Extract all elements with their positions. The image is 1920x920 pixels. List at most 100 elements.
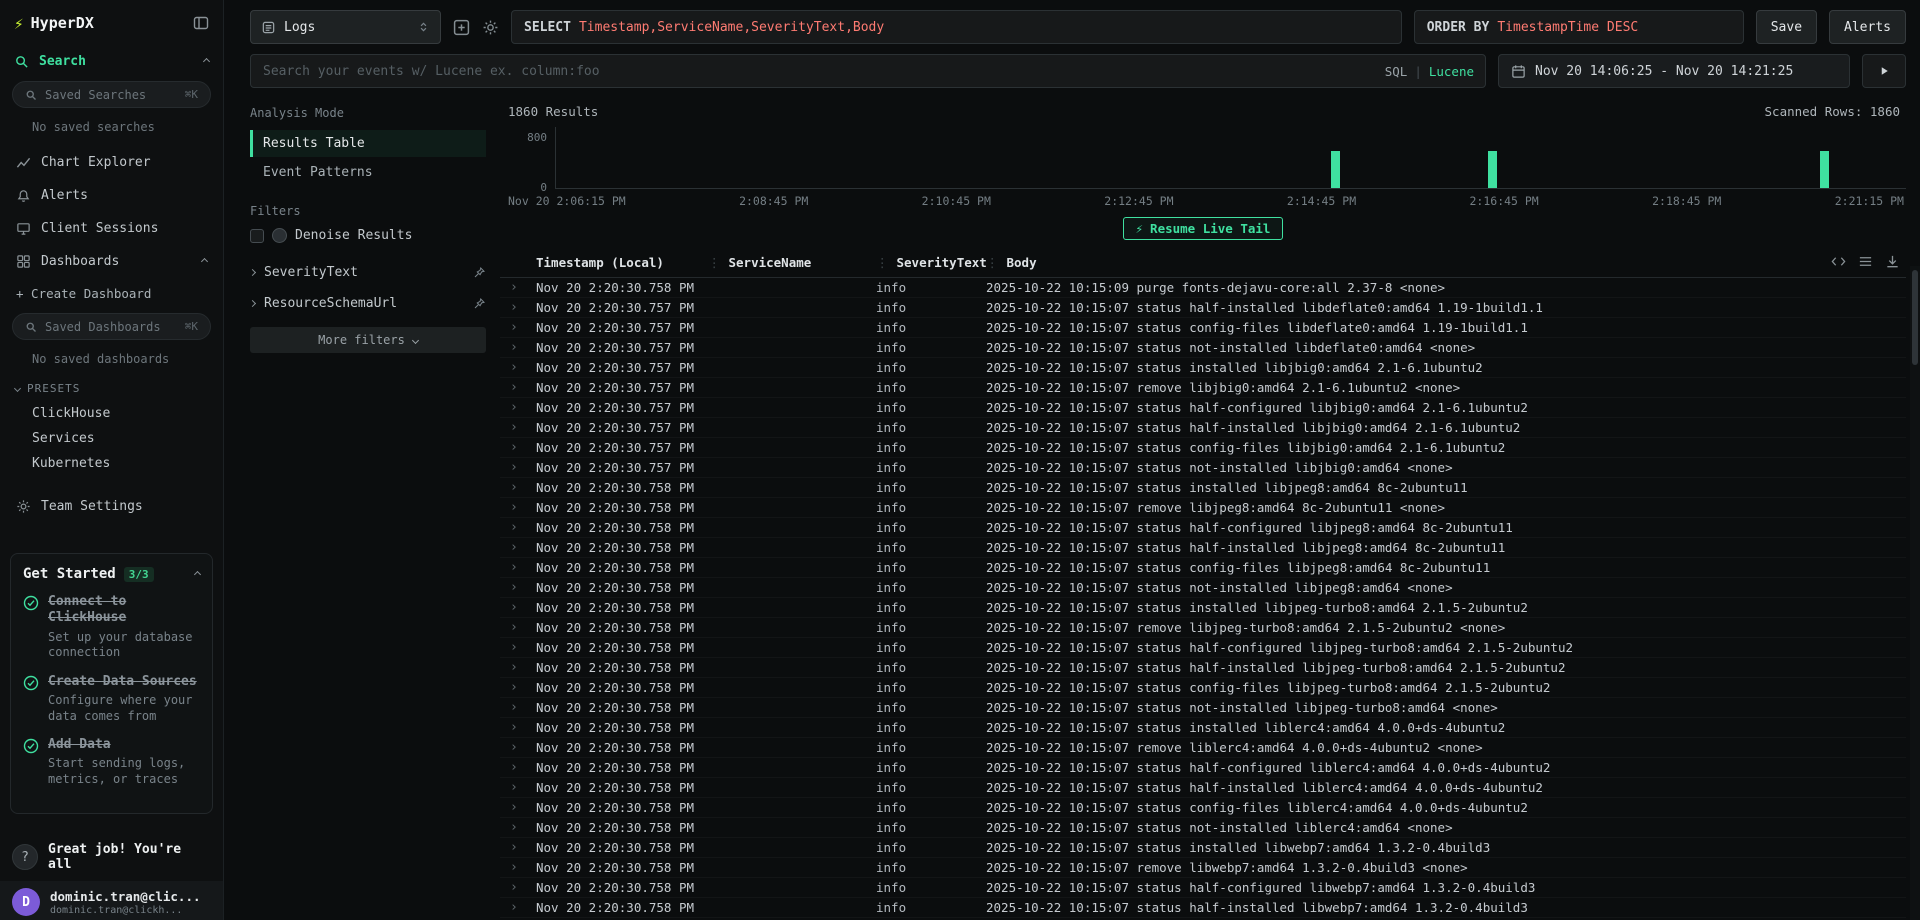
table-row[interactable]: ›Nov 20 2:20:30.758 PMinfo2025-10-22 10:… [500,638,1906,658]
table-row[interactable]: ›Nov 20 2:20:30.758 PMinfo2025-10-22 10:… [500,758,1906,778]
table-row[interactable]: ›Nov 20 2:20:30.757 PMinfo2025-10-22 10:… [500,398,1906,418]
table-row[interactable]: ›Nov 20 2:20:30.758 PMinfo2025-10-22 10:… [500,678,1906,698]
row-expand-chevron[interactable]: › [510,880,536,895]
table-row[interactable]: ›Nov 20 2:20:30.758 PMinfo2025-10-22 10:… [500,718,1906,738]
saved-searches-input[interactable]: Saved Searches ⌘K [12,81,211,108]
table-row[interactable]: ›Nov 20 2:20:30.758 PMinfo2025-10-22 10:… [500,498,1906,518]
row-expand-chevron[interactable]: › [510,720,536,735]
table-row[interactable]: ›Nov 20 2:20:30.758 PMinfo2025-10-22 10:… [500,278,1906,298]
sidebar-collapse-icon[interactable] [193,15,209,31]
sql-toggle[interactable]: SQL [1385,64,1408,79]
table-row[interactable]: ›Nov 20 2:20:30.758 PMinfo2025-10-22 10:… [500,618,1906,638]
row-expand-chevron[interactable]: › [510,760,536,775]
table-row[interactable]: ›Nov 20 2:20:30.758 PMinfo2025-10-22 10:… [500,658,1906,678]
row-expand-chevron[interactable]: › [510,640,536,655]
sidebar-item-search[interactable]: Search [0,46,223,77]
table-row[interactable]: ›Nov 20 2:20:30.758 PMinfo2025-10-22 10:… [500,518,1906,538]
get-started-step[interactable]: Create Data SourcesConfigure where your … [23,674,200,724]
source-select[interactable]: Logs [250,10,441,44]
denoise-results-toggle[interactable]: Denoise Results [250,228,486,243]
column-header-timestamp[interactable]: Timestamp (Local) [536,255,708,270]
table-row[interactable]: ›Nov 20 2:20:30.757 PMinfo2025-10-22 10:… [500,458,1906,478]
select-columns-input[interactable]: SELECT Timestamp,ServiceName,SeverityTex… [511,10,1402,44]
date-range-picker[interactable]: Nov 20 14:06:25 - Nov 20 14:21:25 [1498,54,1850,88]
sidebar-item-client-sessions[interactable]: Client Sessions [0,212,223,245]
table-row[interactable]: ›Nov 20 2:20:30.757 PMinfo2025-10-22 10:… [500,438,1906,458]
row-expand-chevron[interactable]: › [510,680,536,695]
row-expand-chevron[interactable]: › [510,380,536,395]
row-expand-chevron[interactable]: › [510,560,536,575]
column-header-severitytext[interactable]: ⋮SeverityText [876,255,986,270]
download-icon[interactable] [1885,254,1900,269]
run-query-button[interactable] [1862,54,1906,88]
table-row[interactable]: ›Nov 20 2:20:30.758 PMinfo2025-10-22 10:… [500,778,1906,798]
row-expand-chevron[interactable]: › [510,600,536,615]
row-expand-chevron[interactable]: › [510,320,536,335]
table-row[interactable]: ›Nov 20 2:20:30.757 PMinfo2025-10-22 10:… [500,418,1906,438]
row-expand-chevron[interactable]: › [510,900,536,915]
more-filters-button[interactable]: More filters [250,327,486,353]
alerts-button[interactable]: Alerts [1829,10,1906,44]
row-expand-chevron[interactable]: › [510,420,536,435]
sidebar-item-dashboards[interactable]: Dashboards [0,245,223,278]
row-expand-chevron[interactable]: › [510,740,536,755]
create-dashboard-button[interactable]: + Create Dashboard [0,278,223,309]
table-row[interactable]: ›Nov 20 2:20:30.758 PMinfo2025-10-22 10:… [500,818,1906,838]
table-row[interactable]: ›Nov 20 2:20:30.758 PMinfo2025-10-22 10:… [500,698,1906,718]
get-started-header[interactable]: Get Started 3/3 [23,566,200,582]
help-button[interactable]: ? [12,844,38,870]
filter-group-severitytext[interactable]: SeverityText [250,257,486,288]
table-row[interactable]: ›Nov 20 2:20:30.757 PMinfo2025-10-22 10:… [500,298,1906,318]
row-expand-chevron[interactable]: › [510,580,536,595]
row-expand-chevron[interactable]: › [510,300,536,315]
preset-item-clickhouse[interactable]: ClickHouse [0,401,223,426]
preset-item-services[interactable]: Services [0,426,223,451]
get-started-step[interactable]: Connect to ClickHouseSet up your databas… [23,594,200,661]
analysis-mode-event-patterns[interactable]: Event Patterns [250,159,486,186]
row-expand-chevron[interactable]: › [510,360,536,375]
sidebar-item-team-settings[interactable]: Team Settings [0,490,223,523]
column-header-body[interactable]: ⋮Body [986,255,1906,270]
row-expand-chevron[interactable]: › [510,620,536,635]
chart-bar[interactable] [1331,151,1340,188]
table-row[interactable]: ›Nov 20 2:20:30.758 PMinfo2025-10-22 10:… [500,798,1906,818]
analysis-mode-results-table[interactable]: Results Table [250,130,486,157]
row-expand-chevron[interactable]: › [510,460,536,475]
source-settings-gear-icon[interactable] [482,19,499,36]
table-row[interactable]: ›Nov 20 2:20:30.758 PMinfo2025-10-22 10:… [500,478,1906,498]
chart-bar[interactable] [1820,151,1829,188]
user-menu[interactable]: D dominic.tran@clic... dominic.tran@clic… [0,881,223,920]
row-expand-chevron[interactable]: › [510,800,536,815]
table-row[interactable]: ›Nov 20 2:20:30.757 PMinfo2025-10-22 10:… [500,358,1906,378]
app-logo[interactable]: ⚡ HyperDX [14,14,193,33]
table-row[interactable]: ›Nov 20 2:20:30.758 PMinfo2025-10-22 10:… [500,538,1906,558]
row-expand-chevron[interactable]: › [510,500,536,515]
row-expand-chevron[interactable]: › [510,440,536,455]
table-row[interactable]: ›Nov 20 2:20:30.758 PMinfo2025-10-22 10:… [500,878,1906,898]
row-expand-chevron[interactable]: › [510,400,536,415]
preset-item-kubernetes[interactable]: Kubernetes [0,451,223,476]
sidebar-item-chart-explorer[interactable]: Chart Explorer [0,146,223,179]
resume-live-tail-button[interactable]: ⚡ Resume Live Tail [1123,217,1284,240]
row-density-icon[interactable] [1858,254,1873,269]
row-expand-chevron[interactable]: › [510,660,536,675]
row-expand-chevron[interactable]: › [510,780,536,795]
row-expand-chevron[interactable]: › [510,520,536,535]
table-row[interactable]: ›Nov 20 2:20:30.758 PMinfo2025-10-22 10:… [500,558,1906,578]
table-row[interactable]: ›Nov 20 2:20:30.758 PMinfo2025-10-22 10:… [500,858,1906,878]
lucene-toggle[interactable]: Lucene [1429,64,1474,79]
table-row[interactable]: ›Nov 20 2:20:30.758 PMinfo2025-10-22 10:… [500,738,1906,758]
pin-icon[interactable] [473,297,486,310]
row-expand-chevron[interactable]: › [510,480,536,495]
row-expand-chevron[interactable]: › [510,340,536,355]
column-header-servicename[interactable]: ⋮ServiceName [708,255,876,270]
saved-dashboards-input[interactable]: Saved Dashboards ⌘K [12,313,211,340]
row-expand-chevron[interactable]: › [510,840,536,855]
table-row[interactable]: ›Nov 20 2:20:30.757 PMinfo2025-10-22 10:… [500,318,1906,338]
scrollbar-thumb[interactable] [1912,270,1918,365]
table-row[interactable]: ›Nov 20 2:20:30.757 PMinfo2025-10-22 10:… [500,338,1906,358]
order-by-input[interactable]: ORDER BY TimestampTime DESC [1414,10,1744,44]
save-button[interactable]: Save [1756,10,1817,44]
chart-bar[interactable] [1488,151,1497,188]
denoise-checkbox[interactable] [250,229,264,243]
